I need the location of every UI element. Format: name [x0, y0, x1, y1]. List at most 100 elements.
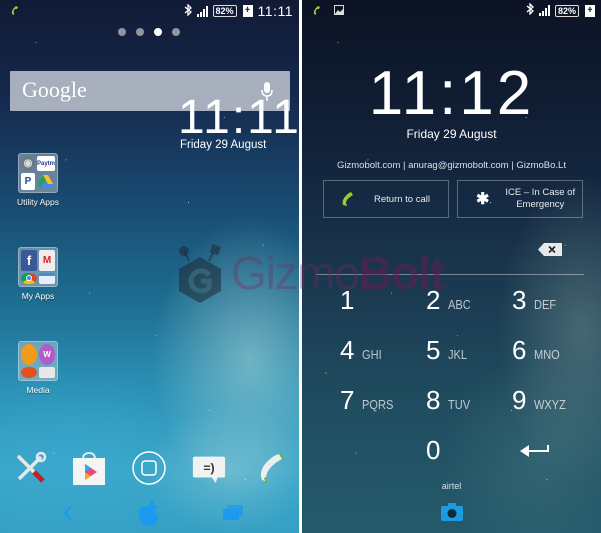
keypad-key-1[interactable]: 1 [340, 285, 354, 316]
phone-call-active-icon [11, 6, 18, 15]
paytm-icon: Paytm [36, 156, 55, 171]
dock-app-drawer[interactable] [131, 450, 167, 486]
google-logo: Google [22, 77, 87, 102]
back-button[interactable] [58, 498, 78, 528]
keypad-key-2[interactable]: 2 ABC [426, 285, 475, 316]
dock-messaging[interactable]: =) [191, 450, 227, 486]
page-indicator[interactable] [118, 28, 180, 36]
dock-phone[interactable] [254, 450, 290, 486]
enter-arrow-icon[interactable] [520, 442, 550, 458]
phone-handset-icon [260, 453, 284, 483]
plus-charging-icon: + [585, 4, 595, 17]
paypal-icon: P [21, 173, 35, 190]
key-digit: 9 [512, 385, 527, 415]
key-digit: 3 [512, 285, 527, 315]
key-digit: 0 [426, 435, 441, 465]
svg-text:=): =) [203, 461, 214, 475]
key-digit: 7 [340, 385, 355, 415]
ice-label-line1: ICE – In Case of [505, 187, 576, 198]
dock-play-store[interactable] [71, 450, 107, 486]
recent-apps-icon [223, 505, 243, 520]
dock-tools[interactable] [12, 450, 48, 486]
keypad-key-9[interactable]: 9 WXYZ [512, 385, 572, 416]
battery-percent: 82% [215, 6, 234, 16]
key-digit: 1 [340, 285, 355, 315]
key-letters: JKL [448, 347, 468, 362]
walkman-icon: W [39, 344, 55, 365]
folder-media[interactable]: W Media [18, 341, 58, 395]
folder-label: My Apps [21, 291, 55, 301]
battery-indicator: 82% [554, 4, 579, 17]
gmail-icon: M [39, 250, 55, 271]
apple-logo-icon [138, 500, 159, 526]
clock-widget-date: Friday 29 August [180, 139, 267, 151]
image-notification-icon [334, 5, 344, 15]
lock-screen: 82% + 11:12 Friday 29 August Gizmobolt.c… [302, 0, 601, 533]
key-digit: 5 [426, 335, 441, 365]
navigation-bar [0, 498, 299, 528]
keypad-key-6[interactable]: 6 MNO [512, 335, 565, 366]
radio-icon [39, 366, 55, 378]
keypad-key-4[interactable]: 4 GHI [340, 335, 386, 366]
chrome-icon [21, 272, 37, 284]
phone-handset-icon [342, 192, 353, 206]
key-letters: WXYZ [534, 397, 567, 412]
smiley-message-bubble-icon: =) [192, 456, 226, 484]
signal-strength-icon [538, 5, 550, 16]
camera-icon[interactable] [440, 502, 464, 522]
battery-indicator: 82% [212, 5, 237, 17]
folder-label: Utility Apps [16, 197, 60, 207]
phone-call-active-icon [313, 6, 320, 15]
status-time: 11:11 [257, 3, 293, 19]
home-screen: 82% + 11:11 Google 11:11 Friday 29 Augus… [0, 0, 299, 533]
key-letters: TUV [448, 397, 471, 412]
folder-preview: W [18, 341, 58, 381]
page-dot[interactable] [118, 28, 126, 36]
clock-widget-time[interactable]: 11:11 [178, 90, 299, 145]
keypad-key-5[interactable]: 5 JKL [426, 335, 471, 366]
ice-emergency-button[interactable]: ✱ ICE – In Case of Emergency [457, 180, 583, 218]
return-to-call-label: Return to call [374, 193, 430, 205]
ice-label-line2: Emergency [516, 199, 565, 210]
home-button[interactable] [136, 498, 162, 528]
video-player-icon [21, 344, 37, 365]
owner-info-text: Gizmobolt.com | anurag@gizmobolt.com | G… [337, 160, 566, 171]
page-dot-active[interactable] [154, 28, 162, 36]
keypad-key-8[interactable]: 8 TUV [426, 385, 474, 416]
keypad-key-0[interactable]: 0 [426, 435, 440, 466]
tools-wrench-screwdriver-icon [16, 451, 47, 483]
eye-settings-icon: ◉ [21, 156, 35, 171]
folder-utility-apps[interactable]: ◉ Paytm P Utility Apps [17, 153, 59, 207]
status-bar[interactable]: 82% + 11:11 [0, 0, 299, 22]
signal-strength-icon [196, 5, 208, 17]
lock-clock-time: 11:12 [368, 59, 535, 128]
pin-entry-field[interactable] [316, 274, 584, 275]
return-to-call-button[interactable]: Return to call [323, 180, 449, 218]
key-letters: MNO [534, 347, 561, 362]
keypad-key-7[interactable]: 7 PQRS [340, 385, 399, 416]
folder-my-apps[interactable]: f M My Apps [18, 247, 58, 301]
dock: =) [0, 450, 299, 490]
browser-icon [39, 272, 55, 284]
bluetooth-icon [184, 2, 192, 19]
key-digit: 4 [340, 335, 355, 365]
movies-icon [21, 366, 37, 378]
facebook-icon: f [21, 250, 37, 271]
key-digit: 8 [426, 385, 441, 415]
status-bar[interactable]: 82% + [302, 0, 601, 22]
backspace-delete-icon[interactable] [538, 243, 562, 256]
asterisk-medical-icon: ✱ [476, 191, 490, 208]
google-drive-icon [37, 173, 55, 190]
folder-preview: f M [18, 247, 58, 287]
battery-percent: 82% [557, 5, 576, 16]
keypad-key-3[interactable]: 3 DEF [512, 285, 560, 316]
play-store-bag-icon [73, 452, 105, 485]
folder-preview: ◉ Paytm P [18, 153, 58, 193]
key-letters: DEF [534, 297, 557, 312]
recent-apps-button[interactable] [222, 498, 244, 528]
key-letters: PQRS [362, 397, 394, 412]
page-dot[interactable] [172, 28, 180, 36]
lock-clock-date: Friday 29 August [406, 127, 497, 141]
key-digit: 2 [426, 285, 441, 315]
page-dot[interactable] [136, 28, 144, 36]
